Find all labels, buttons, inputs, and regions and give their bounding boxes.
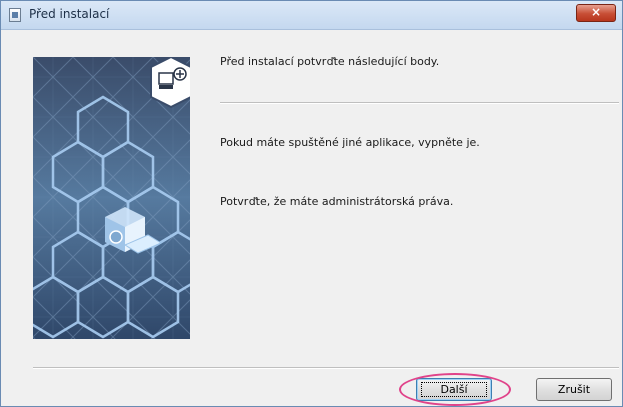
instruction-admin-rights: Potvrďte, že máte administrátorská práva…	[220, 195, 454, 208]
cancel-button[interactable]: Zrušit	[536, 378, 612, 401]
installer-dialog: Před instalací × Před instalací potvrďte…	[0, 0, 623, 407]
header-text: Před instalací potvrďte následující body…	[220, 55, 440, 68]
footer-divider	[33, 367, 619, 369]
instruction-close-apps: Pokud máte spuštěné jiné aplikace, vypně…	[220, 136, 480, 149]
title-bar[interactable]: Před instalací ×	[1, 1, 622, 30]
highlight-ellipse	[399, 373, 511, 406]
hero-image	[33, 57, 190, 339]
close-icon: ×	[590, 5, 602, 19]
window-title: Před instalací	[29, 7, 110, 21]
close-button[interactable]: ×	[576, 4, 616, 22]
computer-plus-icon	[150, 57, 190, 109]
cancel-button-label: Zrušit	[557, 383, 591, 396]
content-divider	[220, 102, 619, 104]
installer-icon	[9, 8, 21, 22]
